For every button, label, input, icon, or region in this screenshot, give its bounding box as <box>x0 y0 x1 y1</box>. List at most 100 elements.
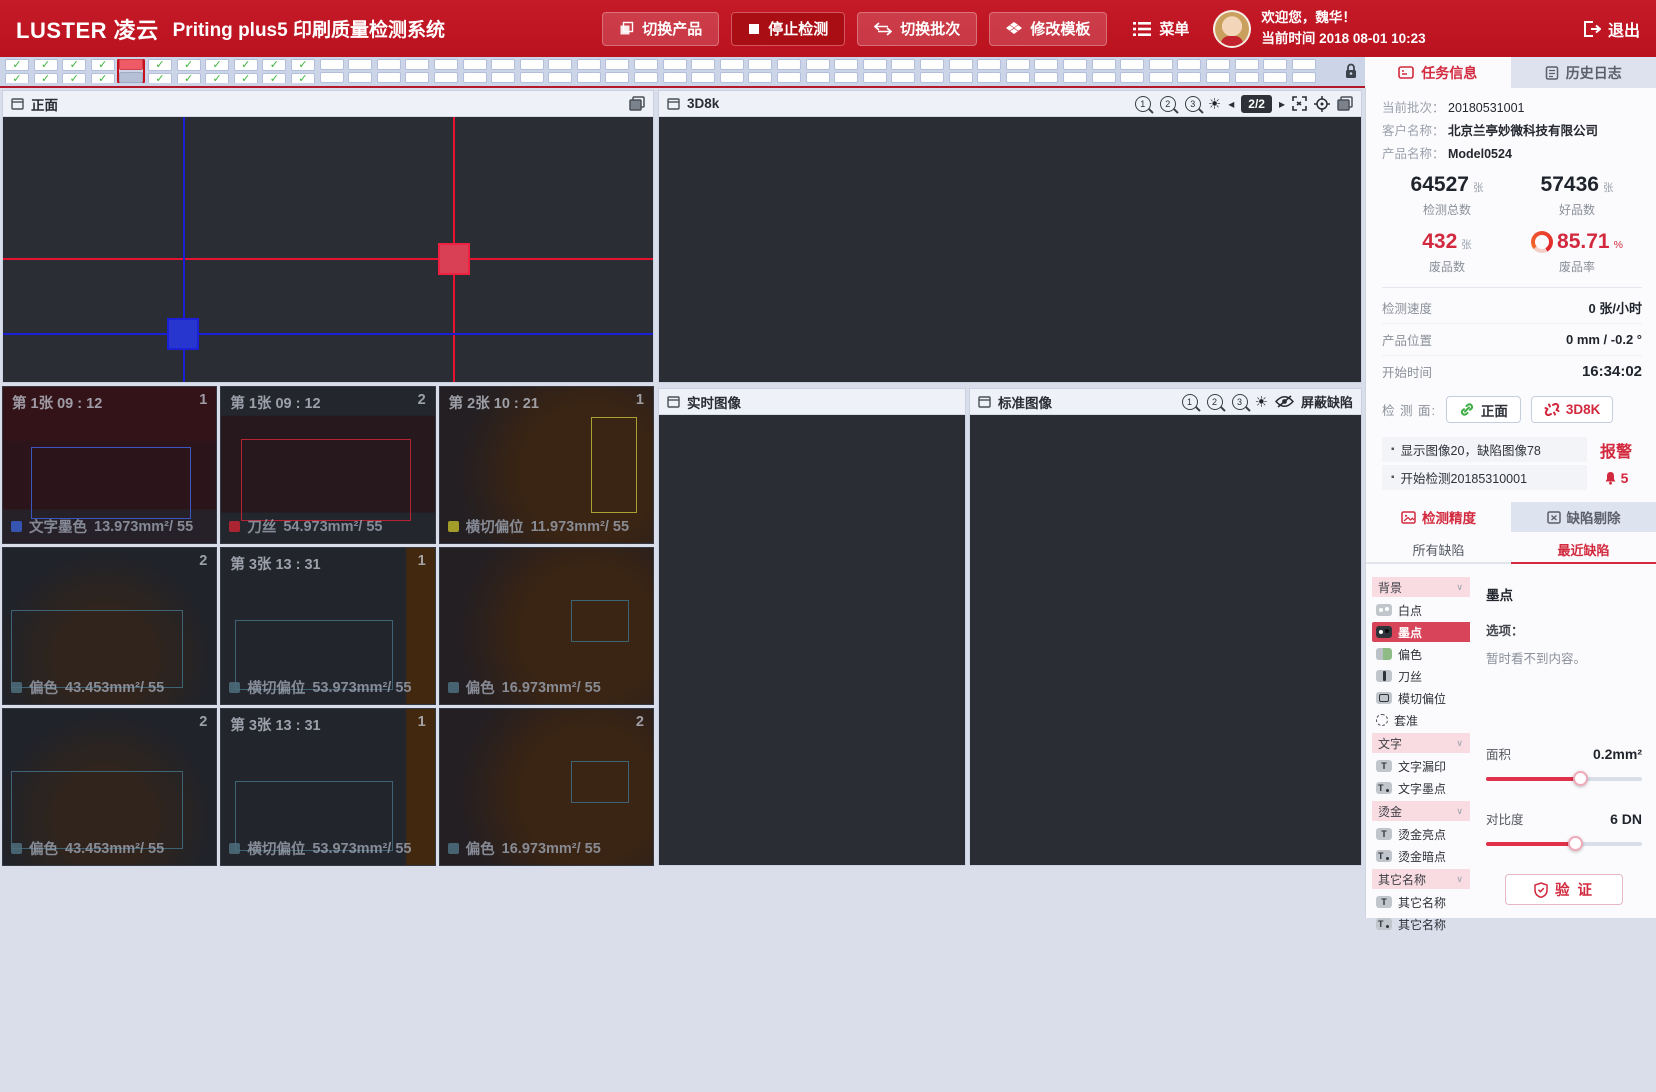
sheet-checkbox[interactable] <box>691 72 715 83</box>
sheet-checkbox[interactable]: ✓ <box>291 73 315 83</box>
sheet-checkbox[interactable] <box>834 59 858 70</box>
sheet-checkbox[interactable] <box>1292 72 1316 83</box>
sheet-checkbox[interactable]: ✓ <box>177 73 201 83</box>
defect-item[interactable]: 其它名称 <box>1372 914 1470 934</box>
filmstrip-cell[interactable]: ✓✓ <box>62 59 86 83</box>
defect-item[interactable]: 其它名称 <box>1372 892 1470 912</box>
sheet-checkbox[interactable] <box>1206 72 1230 83</box>
filmstrip-cell[interactable] <box>1092 59 1116 83</box>
defect-item[interactable]: 文字墨点 <box>1372 778 1470 798</box>
sheet-checkbox[interactable] <box>1092 59 1116 70</box>
sheet-checkbox[interactable] <box>777 59 801 70</box>
sheet-checkbox[interactable] <box>320 59 344 70</box>
sheet-checkbox[interactable] <box>663 59 687 70</box>
tab-history-log[interactable]: 历史日志 <box>1511 57 1656 88</box>
filmstrip-cell[interactable] <box>119 59 143 83</box>
filmstrip-cell[interactable]: ✓✓ <box>262 59 286 83</box>
defect-item[interactable]: 烫金暗点 <box>1372 846 1470 866</box>
filmstrip-cell[interactable]: ✓✓ <box>34 59 58 83</box>
sheet-checkbox[interactable] <box>1235 59 1259 70</box>
filmstrip-cell[interactable]: ✓✓ <box>148 59 172 83</box>
live-image-area[interactable] <box>659 415 965 865</box>
front-inspection-image[interactable] <box>3 117 653 382</box>
sheet-checkbox[interactable] <box>1034 72 1058 83</box>
brightness-icon[interactable]: ☀ <box>1208 95 1221 113</box>
sheet-checkbox[interactable] <box>748 59 772 70</box>
defect-thumbnail[interactable]: 第 1张 09 : 122刀丝54.973mm²/ 55 <box>220 386 435 544</box>
sheet-checkbox[interactable] <box>463 72 487 83</box>
sheet-checkbox[interactable] <box>1063 59 1087 70</box>
menu-button[interactable]: 菜单 <box>1133 18 1189 39</box>
filmstrip-cell[interactable]: ✓✓ <box>177 59 201 83</box>
stop-detection-button[interactable]: 停止检测 <box>731 12 845 46</box>
face-3d8k-button[interactable]: 3D8K <box>1531 396 1614 423</box>
sheet-checkbox[interactable] <box>920 59 944 70</box>
sheet-checkbox[interactable] <box>577 59 601 70</box>
zoom-level-2-icon[interactable]: 2 <box>1160 96 1176 112</box>
sheet-checkbox[interactable]: ✓ <box>234 59 258 71</box>
sheet-checkbox[interactable] <box>1177 72 1201 83</box>
sheet-checkbox[interactable] <box>577 72 601 83</box>
filmstrip-cell[interactable] <box>434 59 458 83</box>
tab-task-info[interactable]: 任务信息 <box>1365 57 1511 88</box>
prev-page-arrow-icon[interactable]: ◂ <box>1228 97 1234 111</box>
face-front-button[interactable]: 正面 <box>1446 396 1521 423</box>
zoom-level-2-icon[interactable]: 2 <box>1207 394 1223 410</box>
sheet-checkbox[interactable] <box>634 59 658 70</box>
filmstrip-cell[interactable]: ✓✓ <box>205 59 229 83</box>
sheet-checkbox[interactable] <box>663 72 687 83</box>
defect-group-header[interactable]: 其它名称∨ <box>1372 869 1470 889</box>
filmstrip-cell[interactable] <box>806 59 830 83</box>
sheet-checkbox[interactable] <box>691 59 715 70</box>
user-avatar[interactable] <box>1213 10 1251 48</box>
sheet-checkbox[interactable] <box>1034 59 1058 70</box>
sheet-checkbox[interactable] <box>463 59 487 70</box>
fullscreen-icon[interactable] <box>1292 96 1307 111</box>
sheet-checkbox[interactable] <box>806 72 830 83</box>
defect-item[interactable]: 墨点 <box>1372 622 1470 642</box>
switch-batch-button[interactable]: 切换批次 <box>857 12 977 46</box>
filmstrip-cell[interactable] <box>1263 59 1287 83</box>
filmstrip-cell[interactable]: ✓✓ <box>234 59 258 83</box>
filmstrip-cell[interactable] <box>320 59 344 83</box>
sheet-checkbox[interactable] <box>977 72 1001 83</box>
filmstrip-cell[interactable] <box>1206 59 1230 83</box>
filmstrip-cell[interactable] <box>634 59 658 83</box>
filmstrip-cell[interactable] <box>548 59 572 83</box>
sheet-checkbox[interactable] <box>548 72 572 83</box>
sheet-checkbox[interactable]: ✓ <box>34 59 58 71</box>
filmstrip-cell[interactable] <box>1235 59 1259 83</box>
standard-image-area[interactable] <box>970 415 1361 865</box>
defect-group-header[interactable]: 背景∨ <box>1372 577 1470 597</box>
filmstrip-cell[interactable] <box>577 59 601 83</box>
filmstrip-cell[interactable] <box>663 59 687 83</box>
filmstrip-cell[interactable]: ✓✓ <box>5 59 29 83</box>
sheet-checkbox[interactable]: ✓ <box>177 59 201 71</box>
sheet-checkbox[interactable] <box>377 59 401 70</box>
sheet-checkbox[interactable] <box>891 59 915 70</box>
filmstrip-cell[interactable] <box>1149 59 1173 83</box>
sheet-checkbox[interactable]: ✓ <box>262 59 286 71</box>
defect-group-header[interactable]: 文字∨ <box>1372 733 1470 753</box>
sheet-checkbox[interactable] <box>1092 72 1116 83</box>
sheet-checkbox[interactable]: ✓ <box>148 73 172 83</box>
sheet-checkbox[interactable] <box>720 59 744 70</box>
sheet-checkbox[interactable] <box>1120 59 1144 70</box>
3d8k-image-area[interactable] <box>659 117 1361 382</box>
filmstrip-cell[interactable] <box>1177 59 1201 83</box>
contrast-slider[interactable] <box>1486 842 1642 846</box>
sheet-checkbox[interactable]: ✓ <box>205 73 229 83</box>
defect-thumbnail[interactable]: 第 1张 09 : 121文字墨色13.973mm²/ 55 <box>2 386 217 544</box>
sheet-checkbox[interactable]: ✓ <box>205 59 229 71</box>
sheet-checkbox[interactable] <box>434 59 458 70</box>
sheet-checkbox[interactable] <box>1263 72 1287 83</box>
defect-item[interactable]: 套准 <box>1372 710 1470 730</box>
target-icon[interactable] <box>1314 96 1330 112</box>
sheet-checkbox[interactable] <box>806 59 830 70</box>
sheet-checkbox[interactable] <box>1177 59 1201 70</box>
filmstrip-cell[interactable] <box>920 59 944 83</box>
area-slider-thumb[interactable] <box>1573 771 1588 786</box>
brightness-icon[interactable]: ☀ <box>1255 393 1268 411</box>
layers-icon[interactable] <box>1337 96 1353 111</box>
sheet-checkbox[interactable] <box>1006 72 1030 83</box>
